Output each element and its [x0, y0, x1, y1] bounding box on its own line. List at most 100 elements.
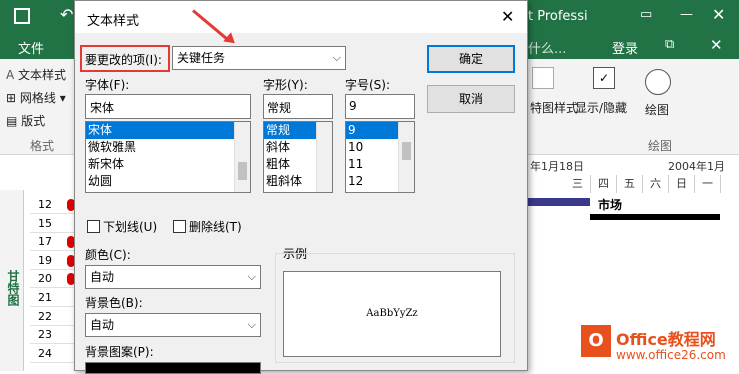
table-row[interactable]: 20 [30, 270, 77, 289]
list-item[interactable]: 幼圆 [86, 173, 250, 190]
underline-checkbox[interactable] [87, 220, 100, 233]
dialog-title: 文本样式 [87, 14, 140, 29]
dialog-titlebar: 文本样式 ✕ [75, 1, 527, 33]
table-row[interactable]: 21 [30, 289, 77, 307]
show-hide-icon[interactable]: ✓ [593, 67, 615, 89]
watermark-url: www.office26.com [616, 348, 726, 362]
drawing-icon[interactable] [645, 69, 671, 95]
drawing-group-label: 绘图 [648, 139, 673, 153]
gridlines-button[interactable]: ⊞ 网格线 ▾ [6, 89, 66, 106]
sample-text: AaBbYyZz [366, 308, 418, 319]
row-number: 21 [38, 291, 52, 304]
vertical-view-tab[interactable]: 甘特图 [0, 190, 24, 371]
gridlines-icon: ⊞ [6, 91, 17, 105]
tell-me-text[interactable]: 什么... [528, 38, 566, 57]
table-row[interactable]: 15 [30, 215, 77, 233]
size-list-scrollbar[interactable] [398, 122, 414, 192]
highlight-box [80, 45, 170, 72]
close-icon[interactable]: ✕ [710, 36, 723, 54]
size-input[interactable]: 9 [345, 94, 415, 119]
font-value: 宋体 [90, 101, 115, 115]
style-list[interactable]: 常规 斜体 粗体 粗斜体 [263, 121, 333, 193]
chevron-down-icon: ⌵ [247, 318, 256, 331]
color-label: 颜色(C): [85, 248, 131, 262]
gantt-style-icon[interactable] [532, 67, 554, 89]
show-hide-label[interactable]: 显示/隐藏 [575, 99, 627, 116]
file-tab[interactable]: 文件 [18, 38, 44, 57]
row-number: 15 [38, 216, 52, 230]
bg-pattern-label: 背景图案(P): [85, 345, 154, 359]
format-group-label: 格式 [30, 139, 55, 153]
item-to-change-select[interactable]: 关键任务 ⌵ [172, 46, 346, 70]
size-value: 9 [349, 99, 357, 113]
list-item[interactable]: 宋体 [86, 122, 250, 139]
timeline-day: 日 [669, 175, 695, 193]
table-row[interactable]: 23 [30, 326, 77, 345]
layout-button[interactable]: ▤ 版式 [6, 112, 45, 129]
size-label: 字号(S): [345, 78, 391, 92]
table-row[interactable]: 12 [30, 196, 77, 214]
color-select[interactable]: 自动 ⌵ [85, 265, 261, 289]
drawing-label[interactable]: 绘图 [645, 101, 669, 118]
timeline-day: 六 [643, 175, 669, 193]
sample-preview: AaBbYyZz [283, 271, 501, 357]
minimize-icon[interactable]: — [680, 7, 693, 22]
summary-bar[interactable] [590, 214, 720, 220]
style-label: 字形(Y): [263, 78, 308, 92]
row-number: 20 [38, 272, 52, 286]
timeline-date-2: 2004年1月 [668, 160, 725, 173]
text-style-button[interactable]: A 文本样式 [6, 66, 66, 83]
close-app-icon[interactable]: ✕ [712, 5, 725, 24]
table-row[interactable]: 24 [30, 345, 77, 363]
row-number: 17 [38, 235, 52, 249]
item-to-change-value: 关键任务 [177, 51, 226, 65]
list-item[interactable]: 微软雅黑 [86, 139, 250, 156]
timeline-day: 三 [565, 175, 591, 193]
text-style-icon: A [6, 68, 15, 82]
bg-color-label: 背景色(B): [85, 296, 143, 310]
font-list[interactable]: 宋体 微软雅黑 新宋体 幼圆 [85, 121, 251, 193]
ribbon-display-icon[interactable]: ▭ [640, 7, 652, 22]
bg-pattern-select[interactable] [85, 362, 261, 374]
timeline-day: 四 [591, 175, 617, 193]
cancel-button[interactable]: 取消 [427, 85, 515, 113]
ok-button[interactable]: 确定 [427, 45, 515, 73]
row-number: 24 [38, 346, 52, 360]
row-number: 19 [38, 253, 52, 267]
watermark-brand: Office教程网 [616, 330, 716, 349]
gantt-style-label[interactable]: 特图样式 [530, 99, 578, 116]
undo-icon[interactable]: ↶ [60, 5, 73, 24]
size-list[interactable]: 9 10 11 12 [345, 121, 415, 193]
bg-color-value: 自动 [90, 318, 115, 332]
restore-icon[interactable]: ⧉ [665, 37, 674, 52]
table-row[interactable]: 17 [30, 233, 77, 252]
strikethrough-label[interactable]: 删除线(T) [189, 218, 242, 235]
table-row[interactable]: 22 [30, 308, 77, 326]
strikethrough-checkbox[interactable] [173, 220, 186, 233]
font-list-scrollbar[interactable] [234, 122, 250, 192]
table-row[interactable]: 19 [30, 252, 77, 270]
dialog-close-icon[interactable]: ✕ [501, 7, 514, 26]
font-input[interactable]: 宋体 [85, 94, 251, 119]
save-icon[interactable] [14, 8, 30, 24]
list-item[interactable]: 新宋体 [86, 156, 250, 173]
layout-icon: ▤ [6, 114, 18, 128]
app-title: t Professi [528, 9, 588, 24]
bg-color-select[interactable]: 自动 ⌵ [85, 313, 261, 337]
layout-label: 版式 [21, 114, 46, 128]
login-link[interactable]: 登录 [612, 38, 638, 57]
font-label: 字体(F): [85, 78, 130, 92]
row-number: 23 [38, 328, 52, 342]
color-value: 自动 [90, 270, 115, 284]
timeline-day: 五 [617, 175, 643, 193]
style-list-scrollbar[interactable] [316, 122, 332, 192]
text-style-label: 文本样式 [18, 68, 67, 82]
style-value: 常规 [267, 101, 292, 115]
style-input[interactable]: 常规 [263, 94, 333, 119]
timeline-date-1: 年1月18日 [530, 160, 584, 173]
row-number: 12 [38, 198, 52, 211]
underline-label[interactable]: 下划线(U) [103, 218, 157, 235]
row-number: 22 [38, 309, 52, 323]
task-bar[interactable] [528, 198, 590, 206]
chevron-down-icon: ⌵ [247, 270, 256, 283]
